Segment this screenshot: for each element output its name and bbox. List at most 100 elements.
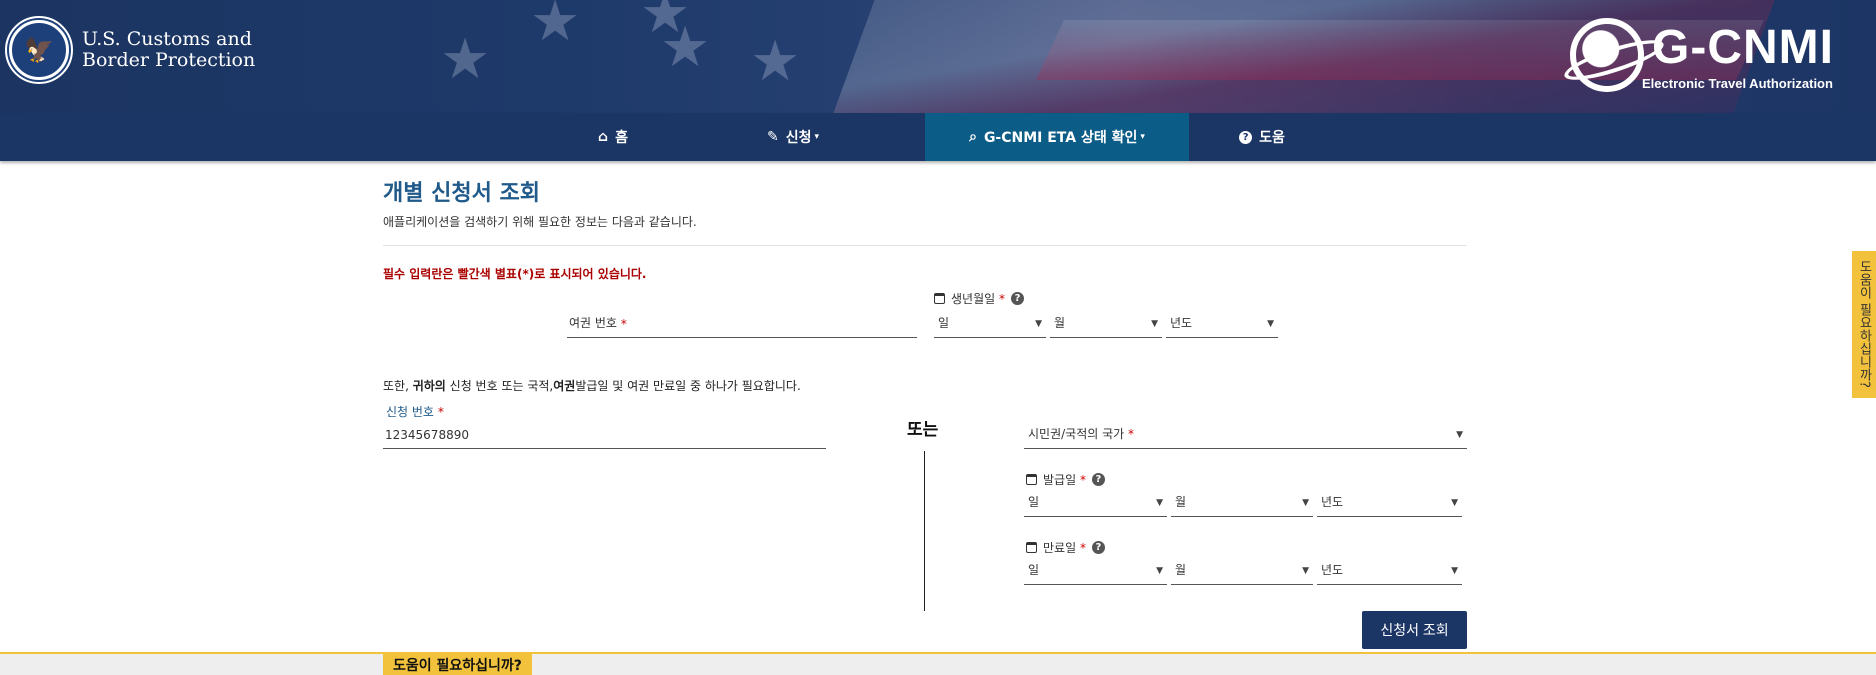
caret-down-icon: ▼ xyxy=(1156,498,1163,508)
nav-check-status-label: G-CNMI ETA 상태 확인 xyxy=(983,130,1138,146)
required-fields-note: 필수 입력란은 빨간색 별표(*)로 표시되어 있습니다. xyxy=(383,267,647,281)
issue-month-value: 월 xyxy=(1175,495,1187,509)
dob-month-select[interactable]: 월 ▼ xyxy=(1050,310,1162,338)
caret-down-icon: ▼ xyxy=(1151,319,1158,329)
note-part: 발급일 및 여권 만료일 중 하나가 필요합니다. xyxy=(575,379,801,393)
or-separator-label: 또는 xyxy=(907,420,939,440)
expiry-day-select[interactable]: 일 ▼ xyxy=(1024,557,1167,585)
page-title: 개별 신청서 조회 xyxy=(383,181,540,206)
nav-check-status[interactable]: ⌕ G-CNMI ETA 상태 확인 ▾ xyxy=(925,113,1189,161)
issue-year-value: 년도 xyxy=(1321,495,1344,509)
question-circle-icon[interactable]: ? xyxy=(1011,292,1024,305)
caret-down-icon: ▼ xyxy=(1451,498,1458,508)
issue-day-value: 일 xyxy=(1028,495,1040,509)
help-footer-bar: 도움이 필요하십니까? xyxy=(0,652,1876,675)
nav-help[interactable]: ? 도움 xyxy=(1212,113,1312,161)
or-separator-line xyxy=(924,451,925,611)
nav-help-label: 도움 xyxy=(1259,130,1285,146)
note-part-bold: 여권 xyxy=(553,379,576,393)
question-circle-icon[interactable]: ? xyxy=(1091,541,1105,554)
caret-down-icon: ▼ xyxy=(1302,498,1309,508)
header-banner: ★ ★ ★ ★ ★ 🦅 U.S. Customs and Border Prot… xyxy=(0,0,1876,113)
nav-home-label: 홈 xyxy=(615,130,628,146)
dob-month-value: 월 xyxy=(1054,316,1066,330)
star-decoration: ★ xyxy=(660,15,711,80)
dob-day-select[interactable]: 일 ▼ xyxy=(934,310,1046,338)
dob-label-text: 생년월일 xyxy=(951,292,996,306)
product-subtitle: Electronic Travel Authorization xyxy=(1642,76,1833,91)
expiry-date-label-text: 만료일 xyxy=(1043,541,1077,555)
application-number-input[interactable]: 12345678890 xyxy=(383,421,826,449)
citizenship-country-select[interactable]: 시민권/국적의 국가 * ▼ xyxy=(1024,421,1467,449)
caret-down-icon: ▾ xyxy=(1140,132,1145,142)
agency-name-line2: Border Protection xyxy=(82,49,256,71)
question-circle-icon[interactable]: ? xyxy=(1091,473,1105,486)
search-icon: ⌕ xyxy=(969,129,977,145)
required-asterisk: * xyxy=(1079,541,1086,555)
calendar-icon xyxy=(1026,474,1037,485)
side-help-tab[interactable]: 도움이 필요하십니까? xyxy=(1852,251,1876,398)
citizenship-label: 시민권/국적의 국가 xyxy=(1028,427,1125,441)
agency-name-line1: U.S. Customs and xyxy=(82,28,252,50)
caret-down-icon: ▼ xyxy=(1451,566,1458,576)
application-number-label: 신청 번호 * xyxy=(386,403,444,420)
dob-day-value: 일 xyxy=(938,316,950,330)
note-part: 신청 번호 또는 국적, xyxy=(445,379,554,393)
agency-name: U.S. Customs and Border Protection xyxy=(82,29,255,71)
issue-month-select[interactable]: 월 ▼ xyxy=(1171,489,1313,517)
caret-down-icon: ▾ xyxy=(814,132,820,142)
issue-day-select[interactable]: 일 ▼ xyxy=(1024,489,1167,517)
nav-home[interactable]: ⌂ 홈 xyxy=(553,113,673,161)
expiry-month-select[interactable]: 월 ▼ xyxy=(1171,557,1313,585)
application-number-value: 12345678890 xyxy=(385,428,469,442)
star-decoration: ★ xyxy=(440,27,491,92)
note-part: 또한, xyxy=(383,379,413,393)
home-icon: ⌂ xyxy=(598,129,609,145)
side-help-label: 도움이 필요하십니까? xyxy=(1856,260,1872,389)
main-nav: ⌂ 홈 ✎ 신청 ▾ ⌕ G-CNMI ETA 상태 확인 ▾ ? 도움 xyxy=(0,113,1876,161)
issue-year-select[interactable]: 년도 ▼ xyxy=(1317,489,1462,517)
cbp-logo[interactable]: 🦅 U.S. Customs and Border Protection xyxy=(5,16,255,84)
caret-down-icon: ▼ xyxy=(1456,430,1463,440)
globe-icon xyxy=(1570,18,1644,92)
nav-apply[interactable]: ✎ 신청 ▾ xyxy=(733,113,853,161)
note-part-bold: 귀하의 xyxy=(412,379,446,393)
dhs-seal-icon: 🦅 xyxy=(5,16,73,84)
issue-date-label-text: 발급일 xyxy=(1043,473,1077,487)
passport-number-field[interactable]: 여권 번호 * xyxy=(567,310,917,338)
caret-down-icon: ▼ xyxy=(1267,319,1274,329)
required-asterisk: * xyxy=(999,292,1005,306)
passport-number-label: 여권 번호 xyxy=(569,316,617,330)
star-decoration: ★ xyxy=(750,29,801,94)
gcnmi-logo[interactable]: G-CNMI Electronic Travel Authorization xyxy=(1566,14,1856,94)
page-description: 애플리케이션을 검색하기 위해 필요한 정보는 다음과 같습니다. xyxy=(383,215,697,229)
expiry-date-label: 만료일 * ? xyxy=(1026,539,1105,556)
question-circle-icon: ? xyxy=(1239,130,1253,144)
application-number-label-text: 신청 번호 xyxy=(386,405,434,419)
dob-label: 생년월일 * ? xyxy=(934,290,1024,307)
expiry-day-value: 일 xyxy=(1028,563,1040,577)
calendar-icon xyxy=(1026,542,1037,553)
calendar-icon xyxy=(934,293,945,304)
help-footer-tab[interactable]: 도움이 필요하십니까? xyxy=(383,654,532,675)
divider xyxy=(383,245,1467,246)
star-decoration: ★ xyxy=(530,0,581,54)
required-asterisk: * xyxy=(1079,473,1086,487)
caret-down-icon: ▼ xyxy=(1302,566,1309,576)
expiry-year-select[interactable]: 년도 ▼ xyxy=(1317,557,1462,585)
pencil-icon: ✎ xyxy=(766,129,779,145)
product-title: G-CNMI xyxy=(1652,21,1834,74)
dob-year-value: 년도 xyxy=(1170,316,1193,330)
search-application-button[interactable]: 신청서 조회 xyxy=(1362,611,1467,649)
nav-apply-label: 신청 xyxy=(785,130,812,146)
required-asterisk: * xyxy=(1128,427,1135,441)
caret-down-icon: ▼ xyxy=(1035,319,1042,329)
required-asterisk: * xyxy=(437,405,444,419)
issue-date-label: 발급일 * ? xyxy=(1026,471,1105,488)
expiry-month-value: 월 xyxy=(1175,563,1187,577)
expiry-year-value: 년도 xyxy=(1321,563,1344,577)
alternative-info-note: 또한, 귀하의 신청 번호 또는 국적,여권발급일 및 여권 만료일 중 하나가… xyxy=(383,377,801,394)
required-asterisk: * xyxy=(620,317,627,331)
dob-year-select[interactable]: 년도 ▼ xyxy=(1166,310,1278,338)
caret-down-icon: ▼ xyxy=(1156,566,1163,576)
